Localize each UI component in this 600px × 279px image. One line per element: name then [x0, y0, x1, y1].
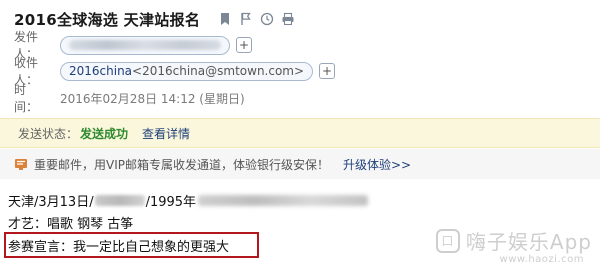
time-label: 时 间： [14, 83, 39, 114]
body-line-talent: 才艺：唱歌 钢琴 古筝 [8, 213, 134, 232]
declaration-highlight-box [4, 232, 259, 258]
watermark-text: 嗨子娱乐App [465, 230, 592, 254]
view-details-link[interactable]: 查看详情 [142, 125, 190, 142]
bookmark-icon[interactable] [218, 12, 232, 26]
talent-text: 才艺：唱歌 钢琴 古筝 [8, 216, 134, 232]
sender-redacted [69, 40, 221, 50]
send-status-bar: 发送状态： 发送成功 查看详情 [0, 118, 600, 148]
promo-text: 重要邮件，用VIP邮箱专属收发通道，体验银行级安保！ [34, 157, 329, 172]
subject-actions [218, 12, 295, 26]
subject-row: 2016全球海选 天津站报名 [14, 8, 295, 30]
recipient-address[interactable]: 2016china <2016china@smtown.com> [60, 61, 314, 81]
body-line1-mid: /1995年 [145, 194, 197, 210]
watermark-url: www.haozi.com [499, 254, 584, 265]
watermark: 口 嗨子娱乐App [435, 226, 592, 255]
status-label: 发送状态： [18, 126, 79, 141]
watermark-logo: 口 [435, 228, 460, 253]
redacted-name [94, 194, 145, 206]
email-header: 2016全球海选 天津站报名 发件人： + 收件人： 2016china <20… [0, 0, 600, 114]
vip-mailbox-icon [14, 157, 28, 171]
add-recipient-contact-button[interactable]: + [319, 63, 336, 79]
email-subject: 2016全球海选 天津站报名 [14, 10, 201, 29]
sender-address[interactable] [60, 35, 230, 55]
flag-icon[interactable] [239, 12, 253, 26]
time-row: 时 间： 2016年02月28日 14:12 (星期日) [14, 83, 245, 114]
recipient-row: 收件人： 2016china <2016china@smtown.com> + [14, 56, 336, 87]
recipient-name: 2016china [69, 64, 133, 78]
time-value: 2016年02月28日 14:12 (星期日) [60, 91, 245, 106]
add-sender-contact-button[interactable]: + [236, 37, 252, 53]
recipient-email: <2016china@smtown.com> [132, 64, 305, 78]
print-icon[interactable] [281, 12, 295, 26]
sender-row: 发件人： + [14, 30, 252, 61]
body-line1-start: 天津/3月13日/ [8, 194, 94, 210]
body-line-info: 天津/3月13日/ /1995年 [8, 191, 369, 210]
clock-icon[interactable] [260, 12, 274, 26]
status-value: 发送成功 [80, 126, 129, 141]
vip-promo-bar: 重要邮件，用VIP邮箱专属收发通道，体验银行级安保！ 升级体验>> [0, 149, 600, 179]
redacted-details [198, 194, 369, 206]
upgrade-link[interactable]: 升级体验>> [343, 156, 411, 173]
